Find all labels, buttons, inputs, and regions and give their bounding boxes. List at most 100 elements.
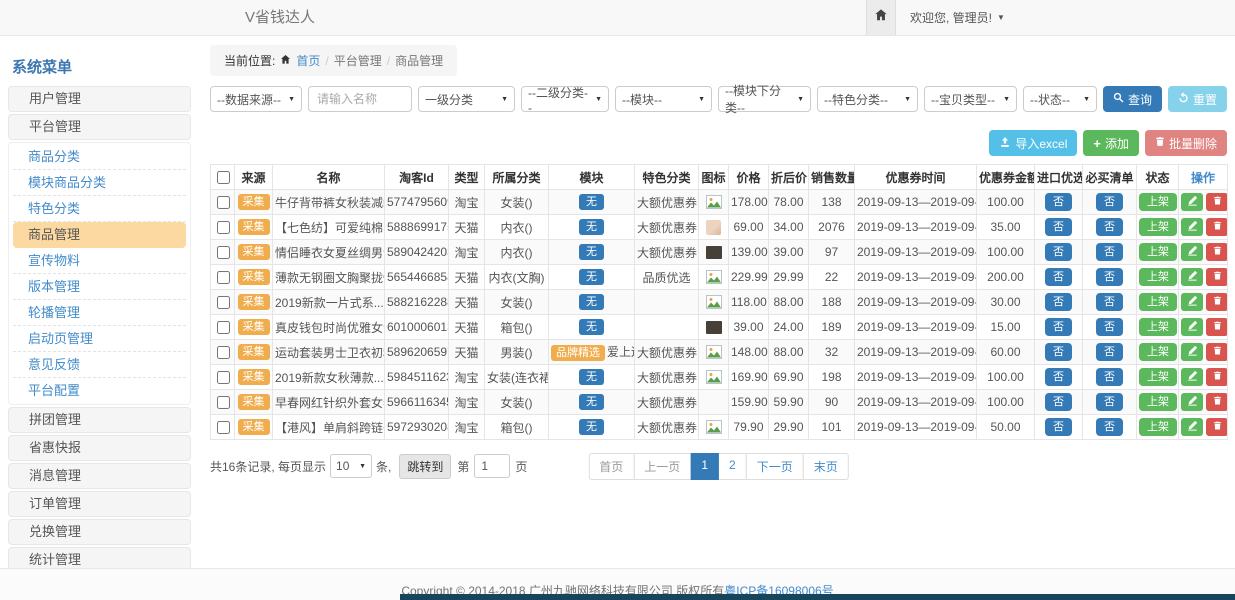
jump-page-input[interactable]	[474, 454, 510, 478]
must-buy-toggle[interactable]: 否	[1096, 368, 1123, 386]
import-select-toggle[interactable]: 否	[1045, 393, 1072, 411]
status-button[interactable]: 上架	[1139, 218, 1177, 236]
level2-category-select[interactable]: --二级分类--▼	[521, 86, 609, 112]
row-checkbox[interactable]	[217, 196, 230, 209]
must-buy-toggle[interactable]: 否	[1096, 343, 1123, 361]
sidebar-item[interactable]: 平台配置	[13, 378, 186, 403]
must-buy-toggle[interactable]: 否	[1096, 243, 1123, 261]
edit-button[interactable]	[1181, 293, 1203, 311]
status-select[interactable]: --状态--▼	[1023, 86, 1097, 112]
import-select-toggle[interactable]: 否	[1045, 368, 1072, 386]
sidebar-item[interactable]: 轮播管理	[13, 300, 186, 326]
delete-button[interactable]	[1206, 343, 1228, 361]
row-checkbox[interactable]	[217, 321, 230, 334]
import-select-toggle[interactable]: 否	[1045, 243, 1072, 261]
batch-delete-button[interactable]: 批量删除	[1145, 130, 1227, 156]
jump-button[interactable]: 跳转到	[399, 454, 451, 479]
delete-button[interactable]	[1206, 293, 1228, 311]
module-sub-category-select[interactable]: --模块下分类--▼	[718, 86, 811, 112]
delete-button[interactable]	[1206, 193, 1228, 211]
must-buy-toggle[interactable]: 否	[1096, 418, 1123, 436]
search-button[interactable]: 查询	[1103, 86, 1162, 112]
row-checkbox[interactable]	[217, 271, 230, 284]
page-button[interactable]: 末页	[803, 453, 849, 480]
status-button[interactable]: 上架	[1139, 193, 1177, 211]
import-select-toggle[interactable]: 否	[1045, 318, 1072, 336]
sidebar-item[interactable]: 模块商品分类	[13, 170, 186, 196]
page-button[interactable]: 2	[718, 453, 747, 480]
row-checkbox[interactable]	[217, 221, 230, 234]
page-button[interactable]: 1	[690, 453, 719, 480]
page-button[interactable]: 上一页	[633, 453, 691, 480]
must-buy-toggle[interactable]: 否	[1096, 293, 1123, 311]
add-button[interactable]: + 添加	[1083, 130, 1139, 156]
page-button[interactable]: 下一页	[746, 453, 804, 480]
home-button[interactable]	[866, 0, 896, 35]
sidebar-item[interactable]: 意见反馈	[13, 352, 186, 378]
import-excel-button[interactable]: 导入excel	[989, 130, 1077, 156]
edit-button[interactable]	[1181, 218, 1203, 236]
status-button[interactable]: 上架	[1139, 268, 1177, 286]
row-checkbox[interactable]	[217, 346, 230, 359]
page-button[interactable]: 首页	[588, 453, 634, 480]
must-buy-toggle[interactable]: 否	[1096, 268, 1123, 286]
sidebar-item[interactable]: 商品分类	[13, 144, 186, 170]
status-button[interactable]: 上架	[1139, 243, 1177, 261]
delete-button[interactable]	[1206, 318, 1228, 336]
sidebar-section[interactable]: 平台管理	[8, 114, 191, 140]
sidebar-section[interactable]: 省惠快报	[8, 435, 191, 461]
row-checkbox[interactable]	[217, 296, 230, 309]
delete-button[interactable]	[1206, 418, 1228, 436]
delete-button[interactable]	[1206, 368, 1228, 386]
must-buy-toggle[interactable]: 否	[1096, 318, 1123, 336]
must-buy-toggle[interactable]: 否	[1096, 218, 1123, 236]
status-button[interactable]: 上架	[1139, 368, 1177, 386]
row-checkbox[interactable]	[217, 246, 230, 259]
module-select[interactable]: --模块--▼	[615, 86, 712, 112]
sidebar-item[interactable]: 宣传物料	[13, 248, 186, 274]
sidebar-section[interactable]: 订单管理	[8, 491, 191, 517]
feature-category-select[interactable]: --特色分类--▼	[817, 86, 918, 112]
sidebar-section[interactable]: 消息管理	[8, 463, 191, 489]
reset-button[interactable]: 重置	[1168, 86, 1227, 112]
user-menu[interactable]: 欢迎您, 管理员! ▼	[910, 9, 1005, 26]
edit-button[interactable]	[1181, 268, 1203, 286]
must-buy-toggle[interactable]: 否	[1096, 193, 1123, 211]
import-select-toggle[interactable]: 否	[1045, 193, 1072, 211]
breadcrumb-home-link[interactable]: 首页	[296, 52, 320, 69]
edit-button[interactable]	[1181, 393, 1203, 411]
status-button[interactable]: 上架	[1139, 393, 1177, 411]
import-select-toggle[interactable]: 否	[1045, 418, 1072, 436]
row-checkbox[interactable]	[217, 421, 230, 434]
edit-button[interactable]	[1181, 318, 1203, 336]
sidebar-section[interactable]: 兑换管理	[8, 519, 191, 545]
delete-button[interactable]	[1206, 243, 1228, 261]
edit-button[interactable]	[1181, 343, 1203, 361]
select-all-checkbox[interactable]	[217, 171, 230, 184]
edit-button[interactable]	[1181, 368, 1203, 386]
sidebar-item[interactable]: 版本管理	[13, 274, 186, 300]
sidebar-item[interactable]: 启动页管理	[13, 326, 186, 352]
delete-button[interactable]	[1206, 218, 1228, 236]
sidebar-section[interactable]: 拼团管理	[8, 407, 191, 433]
import-select-toggle[interactable]: 否	[1045, 268, 1072, 286]
sidebar-section[interactable]: 用户管理	[8, 86, 191, 112]
edit-button[interactable]	[1181, 193, 1203, 211]
sidebar-item[interactable]: 商品管理	[13, 222, 186, 248]
delete-button[interactable]	[1206, 393, 1228, 411]
status-button[interactable]: 上架	[1139, 293, 1177, 311]
row-checkbox[interactable]	[217, 371, 230, 384]
row-checkbox[interactable]	[217, 396, 230, 409]
name-input[interactable]	[308, 86, 412, 112]
import-select-toggle[interactable]: 否	[1045, 218, 1072, 236]
level1-category-select[interactable]: 一级分类▼	[418, 86, 515, 112]
delete-button[interactable]	[1206, 268, 1228, 286]
item-type-select[interactable]: --宝贝类型--▼	[924, 86, 1017, 112]
sidebar-section[interactable]: 统计管理	[8, 547, 191, 568]
import-select-toggle[interactable]: 否	[1045, 343, 1072, 361]
status-button[interactable]: 上架	[1139, 318, 1177, 336]
page-size-select[interactable]: 10 ▼	[330, 454, 372, 478]
status-button[interactable]: 上架	[1139, 343, 1177, 361]
edit-button[interactable]	[1181, 418, 1203, 436]
status-button[interactable]: 上架	[1139, 418, 1177, 436]
